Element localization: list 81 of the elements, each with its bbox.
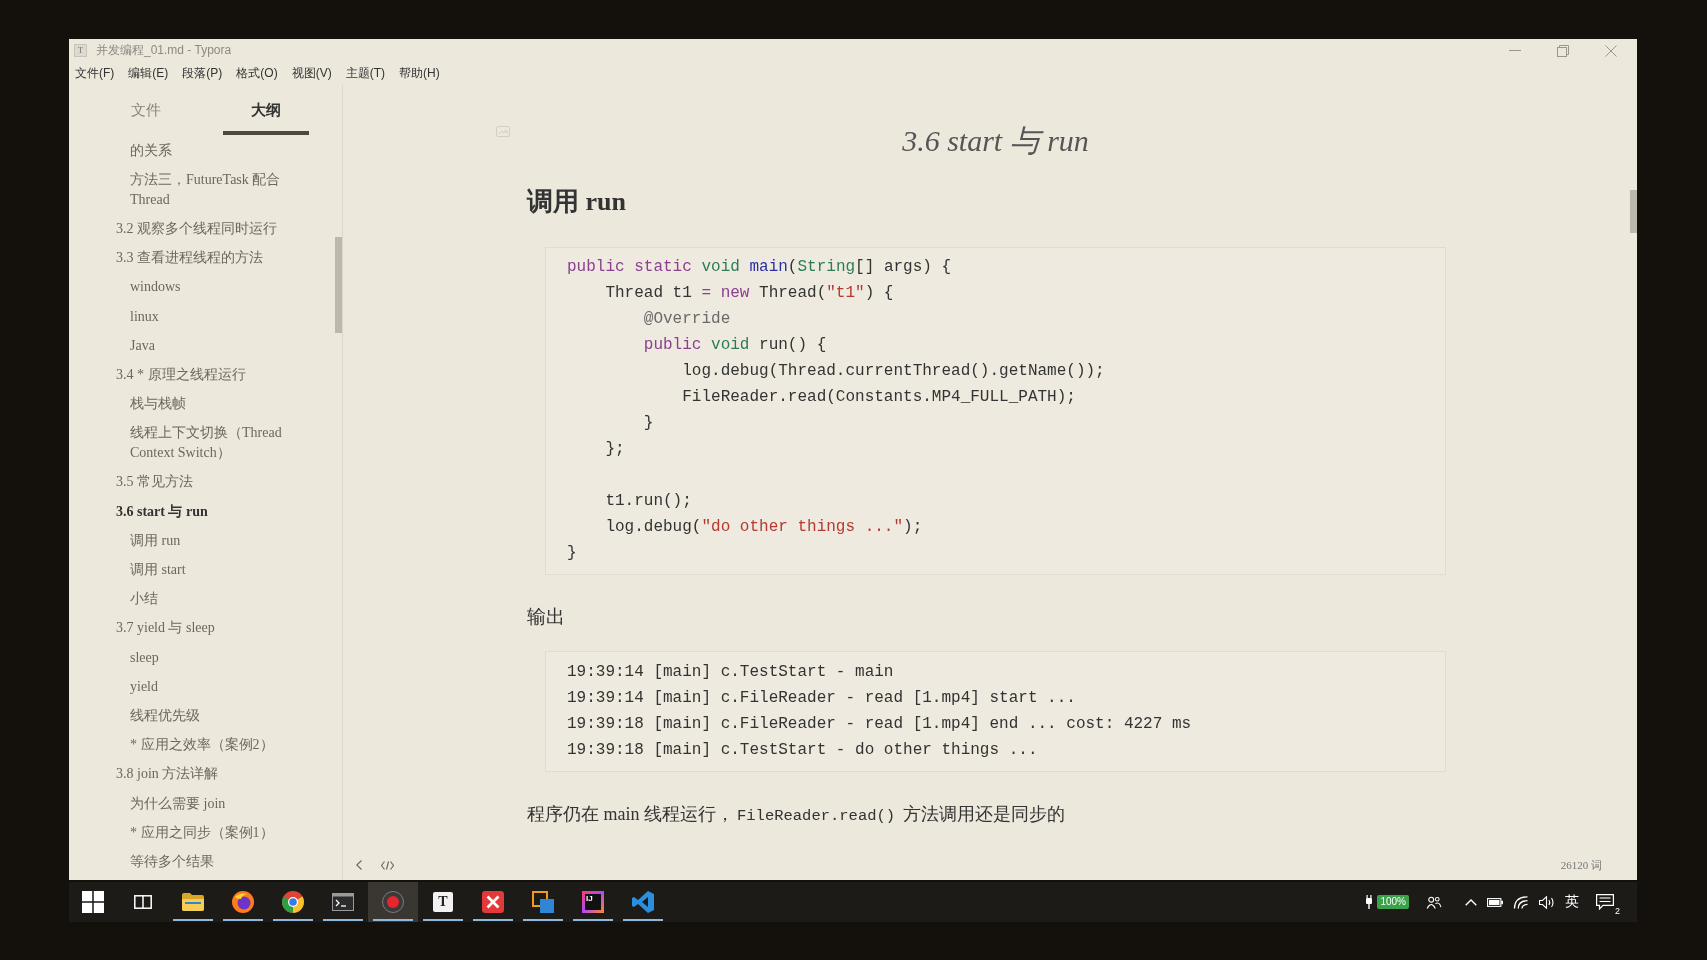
window-title: 并发编程_01.md - Typora	[96, 42, 232, 59]
outline-item[interactable]: sleep	[130, 643, 159, 673]
task-view-icon[interactable]	[134, 895, 152, 909]
menu-item[interactable]: 主题(T)	[345, 65, 385, 82]
outline-item[interactable]: linux	[130, 301, 159, 332]
code-icon[interactable]	[381, 860, 394, 870]
code-line: log.debug("do other things ...");	[604, 517, 923, 538]
people-icon[interactable]	[1426, 895, 1442, 909]
outline-item[interactable]: Java	[130, 331, 155, 361]
outline-item[interactable]: yield	[130, 672, 158, 702]
code-line: public static void main(String[] args) {	[567, 257, 952, 278]
menu-item[interactable]: 编辑(E)	[128, 65, 169, 82]
sidebar-tab[interactable]: 大纲	[223, 85, 309, 135]
outline-item[interactable]: 线程上下文切换（Thread Context Switch）	[130, 418, 292, 468]
outline-item[interactable]: * 应用之效率（案例2）	[130, 730, 274, 760]
browser-icon[interactable]	[282, 891, 304, 913]
chevron-left-icon[interactable]	[356, 860, 362, 870]
output-label: 输出	[527, 605, 565, 629]
menu-item[interactable]: 视图(V)	[291, 65, 332, 82]
wifi-icon[interactable]	[1513, 895, 1529, 909]
chevron-up-icon[interactable]	[1465, 898, 1477, 906]
outline-item[interactable]: 3.8 join 方法详解	[116, 759, 219, 789]
folder-icon[interactable]	[182, 891, 204, 913]
outline-item[interactable]: 3.3 查看进程线程的方法	[116, 243, 263, 273]
outline-item[interactable]: 3.6 start 与 run	[116, 497, 208, 527]
volume-icon[interactable]	[1539, 895, 1555, 909]
outline-item[interactable]: windows	[130, 272, 181, 302]
browser-icon[interactable]	[232, 891, 254, 913]
outline-item[interactable]: 小结	[130, 584, 158, 614]
x-tile-icon[interactable]	[482, 891, 504, 913]
paragraph: 程序仍在 main 线程运行， FileReader.read() 方法调用还是同步的	[527, 803, 1065, 827]
word-count: 26120 词	[1560, 857, 1602, 873]
battery-icon[interactable]	[1487, 895, 1503, 909]
code-line: Thread t1 = new Thread("t1") {	[604, 283, 894, 304]
record-icon[interactable]	[382, 891, 404, 913]
outline-item[interactable]: 方法三，FutureTask 配合 Thread	[130, 165, 292, 215]
outline-item[interactable]: 3.7 yield 与 sleep	[116, 613, 215, 643]
code-line: }	[567, 543, 577, 564]
terminal-icon[interactable]	[332, 891, 354, 913]
section-heading: 调用 run	[527, 186, 626, 218]
outline-item[interactable]: 调用 run	[130, 526, 181, 556]
output-line: 19:39:14 [main] c.TestStart - main	[567, 662, 894, 683]
outline-item[interactable]: 为什么需要 join	[130, 788, 226, 819]
scrollbar-thumb[interactable]	[1630, 190, 1637, 233]
output-line: 19:39:14 [main] c.FileReader - read [1.mp4] start ...	[567, 688, 1076, 709]
outline-item[interactable]: 调用 start	[130, 555, 186, 585]
scrollbar-thumb[interactable]	[335, 237, 342, 333]
output-line: 19:39:18 [main] c.FileReader - read [1.mp4] end ... cost: 4227 ms	[567, 714, 1192, 735]
code-line: public void run() {	[642, 335, 827, 356]
letter-tile-icon[interactable]: T	[433, 892, 453, 912]
code-line: };	[604, 439, 625, 460]
outline-item[interactable]: 的关系	[130, 136, 172, 166]
notification-count: 2	[1614, 906, 1621, 916]
code-line: }	[642, 413, 654, 434]
outline-item[interactable]: 3.4 * 原理之线程运行	[116, 360, 246, 390]
notification-icon[interactable]	[1596, 894, 1614, 910]
start-icon[interactable]	[82, 891, 104, 913]
ribbon-icon[interactable]	[632, 891, 654, 913]
outline-item[interactable]: 3.5 常见方法	[116, 467, 193, 498]
outline-item[interactable]: 线程优先级	[130, 701, 200, 731]
outline-item[interactable]: 栈与栈帧	[130, 389, 186, 419]
outline-item[interactable]: * 应用之同步（案例1）	[130, 818, 274, 848]
letter-tile-icon[interactable]: IJ	[582, 891, 604, 913]
document-title: 3.6 start 与 run	[902, 124, 1089, 157]
input-method-indicator[interactable]: 英	[1565, 893, 1579, 911]
battery-percentage[interactable]: 100%	[1377, 895, 1409, 909]
sidebar-tab[interactable]: 文件	[103, 85, 189, 135]
code-line: @Override	[642, 309, 731, 330]
menu-item[interactable]: 格式(O)	[236, 65, 278, 82]
outline-item[interactable]: 等待多个结果	[130, 847, 214, 877]
plug-icon[interactable]	[1365, 895, 1374, 909]
overlapping-squares-icon[interactable]	[532, 891, 554, 913]
output-line: 19:39:18 [main] c.TestStart - do other things ...	[567, 740, 1038, 761]
code-line: t1.run();	[604, 491, 692, 512]
menu-item[interactable]: 帮助(H)	[399, 65, 440, 82]
code-line: log.debug(Thread.currentThread().getName());	[681, 361, 1105, 382]
menu-item[interactable]: 文件(F)	[75, 65, 115, 82]
code-line: FileReader.read(Constants.MP4_FULL_PATH);	[681, 387, 1076, 408]
app-icon: T	[74, 44, 87, 57]
outline-item[interactable]: 3.2 观察多个线程同时运行	[116, 214, 277, 244]
menu-item[interactable]: 段落(P)	[182, 65, 223, 82]
